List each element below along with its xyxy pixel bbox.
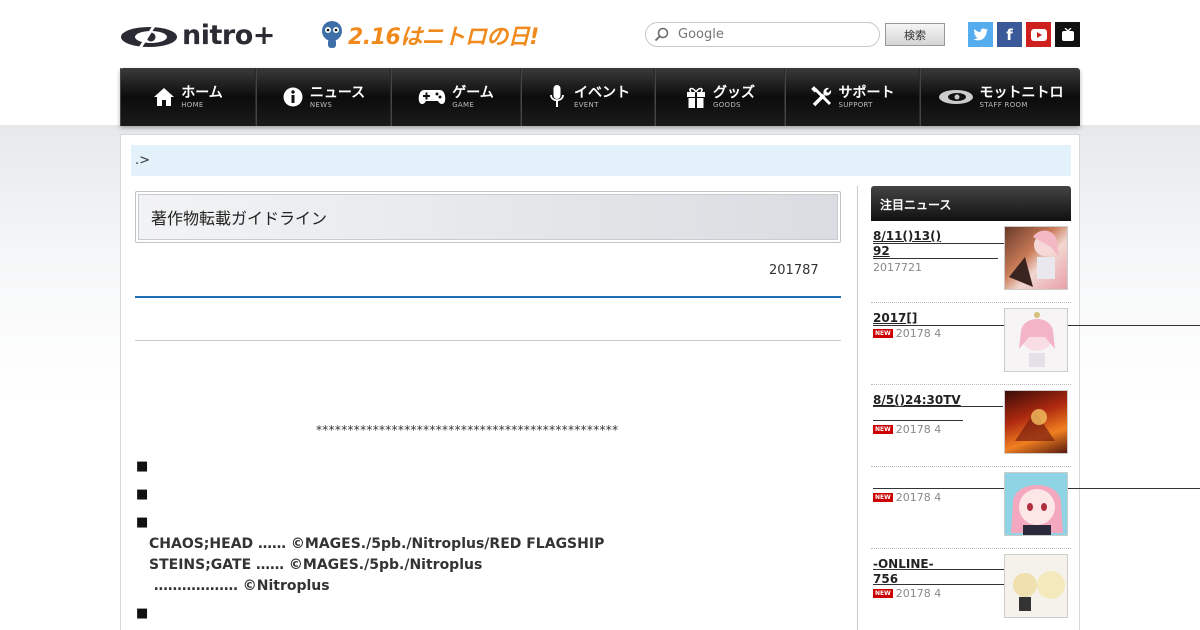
- social-links: f: [968, 22, 1080, 47]
- nav-label: ニュース: [309, 84, 366, 101]
- nav-game[interactable]: ゲーム GAME: [391, 68, 521, 126]
- nav-staff-room[interactable]: モットニトロ STAFF ROOM: [920, 68, 1080, 126]
- nav-event[interactable]: イベント EVENT: [521, 68, 655, 126]
- news-date: 2017721: [873, 261, 922, 274]
- gift-icon: [685, 86, 707, 108]
- nav-sublabel: EVENT: [574, 100, 599, 109]
- copyright-line: ……………… ©Nitroplus: [149, 578, 330, 594]
- news-underline: [873, 420, 963, 421]
- promo-text: 2.16はニトロの日!: [348, 25, 539, 50]
- page-title: 著作物転載ガイドライン: [138, 194, 838, 240]
- news-underline: [873, 406, 1003, 407]
- nitro-day-banner[interactable]: 2.16はニトロの日!: [320, 19, 539, 51]
- niconico-icon[interactable]: [1055, 22, 1080, 47]
- news-date-text: 20178 4: [895, 423, 942, 436]
- news-date-text: 20178 4: [895, 587, 942, 600]
- new-badge: NEW: [873, 493, 893, 502]
- nav-sublabel: NEWS: [309, 100, 333, 109]
- nav-support[interactable]: サポート SUPPORT: [785, 68, 920, 126]
- news-date: NEW 20178 4: [873, 491, 941, 504]
- nav-label: サポート: [838, 84, 895, 101]
- news-date-text: 2017721: [873, 261, 922, 274]
- news-thumbnail[interactable]: [1004, 472, 1068, 536]
- copyright-line: STEINS;GATE …… ©MAGES./5pb./Nitroplus: [149, 557, 483, 573]
- bullet-square: ■: [136, 606, 149, 621]
- logo-text: nitro+: [182, 20, 275, 51]
- main-nav: ホーム HOME ニュース NEWS ゲーム GAME イベント EVENT グッズ GO…: [120, 68, 1080, 126]
- news-thumbnail[interactable]: [1004, 226, 1068, 290]
- news-underline: [873, 258, 998, 259]
- title-divider: [135, 296, 841, 298]
- search-button[interactable]: 検索: [885, 23, 945, 46]
- facebook-icon[interactable]: f: [997, 22, 1022, 47]
- news-underline: [873, 243, 1008, 244]
- nav-sublabel: GAME: [452, 100, 475, 109]
- search-input[interactable]: [678, 27, 868, 42]
- news-date-text: 20178 4: [895, 491, 942, 504]
- copyright-line: CHAOS;HEAD …… ©MAGES./5pb./Nitroplus/RED…: [149, 536, 605, 552]
- news-item[interactable]: 8/11()13() 92 2017721: [871, 221, 1071, 303]
- copyright-list: CHAOS;HEAD …… ©MAGES./5pb./Nitroplus/RED…: [149, 534, 604, 597]
- nav-news[interactable]: ニュース NEWS: [256, 68, 391, 126]
- nav-label: グッズ: [713, 84, 755, 101]
- post-date: 201787: [769, 263, 819, 278]
- site-header: nitro+ 2.16はニトロの日! 検索 f: [0, 0, 1200, 68]
- nav-sublabel: STAFF ROOM: [979, 100, 1028, 109]
- news-item[interactable]: -ONLINE- 756 NEW 20178 4: [871, 549, 1071, 630]
- separator-stars: ****************************************…: [316, 423, 619, 437]
- home-icon: [153, 86, 175, 108]
- microphone-icon: [546, 85, 568, 108]
- mascot-icon: [322, 21, 342, 48]
- news-thumbnail[interactable]: [1004, 554, 1068, 618]
- nav-label: モットニトロ: [979, 84, 1064, 101]
- news-thumbnail[interactable]: [1004, 390, 1068, 454]
- news-item[interactable]: 2017[] NEW 20178 4: [871, 303, 1200, 385]
- breadcrumb[interactable]: .>: [131, 145, 1071, 176]
- content-panel: .> 著作物転載ガイドライン 201787 ******************…: [120, 134, 1200, 630]
- news-title[interactable]: 8/11()13() 92: [873, 229, 998, 259]
- nav-sublabel: HOME: [181, 100, 204, 109]
- featured-news-header: 注目ニュース: [871, 186, 1071, 221]
- nav-goods[interactable]: グッズ GOODS: [655, 68, 785, 126]
- news-item[interactable]: 8/5()24:30TV NEW 20178 4: [871, 385, 1071, 467]
- nav-label: イベント: [574, 84, 630, 101]
- nav-home[interactable]: ホーム HOME: [120, 68, 256, 126]
- nav-label: ゲーム: [452, 84, 494, 101]
- news-date: NEW 20178 4: [873, 423, 941, 436]
- gamepad-icon: [418, 86, 446, 108]
- youtube-icon[interactable]: [1026, 22, 1051, 47]
- news-thumbnail[interactable]: [1004, 308, 1068, 372]
- nitro-logo-icon: [938, 86, 974, 108]
- news-item[interactable]: NEW 20178 4: [871, 467, 1200, 549]
- nav-sublabel: SUPPORT: [838, 100, 873, 109]
- column-divider: [857, 186, 858, 630]
- nav-sublabel: GOODS: [713, 100, 741, 109]
- page-title-box: 著作物転載ガイドライン: [135, 191, 841, 243]
- bullet-square: ■: [136, 487, 149, 502]
- search-box: [645, 22, 880, 47]
- info-icon: [282, 86, 304, 108]
- new-badge: NEW: [873, 589, 893, 598]
- new-badge: NEW: [873, 329, 893, 338]
- news-date: NEW 20178 4: [873, 587, 941, 600]
- section-divider: [135, 340, 841, 341]
- nitroplus-logo[interactable]: nitro+: [120, 20, 275, 51]
- twitter-icon[interactable]: [968, 22, 993, 47]
- news-date: NEW 20178 4: [873, 327, 941, 340]
- nitro-eye-icon: [121, 24, 177, 49]
- search-icon: [654, 27, 669, 41]
- news-title[interactable]: -ONLINE- 756: [873, 557, 998, 587]
- bullet-square: ■: [136, 459, 149, 474]
- news-date-text: 20178 4: [895, 327, 942, 340]
- new-badge: NEW: [873, 425, 893, 434]
- nav-label: ホーム: [181, 84, 223, 101]
- bullet-square: ■: [136, 515, 149, 530]
- news-title[interactable]: 2017[]: [873, 311, 998, 326]
- tools-icon: [810, 86, 833, 108]
